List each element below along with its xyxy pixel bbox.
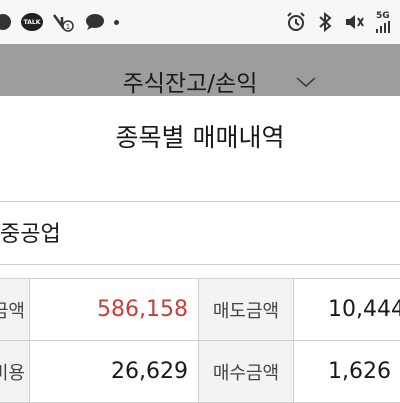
kakaotalk-label: TALK [21, 13, 43, 31]
call-icon [0, 13, 12, 31]
missed-call-icon: 1 [52, 12, 76, 32]
sell-amount-value: 10,444 [328, 297, 400, 322]
table-row: 금액 586,158 매도금액 10,444 [0, 279, 400, 341]
table-row: 비용 26,629 매수금액 1,626 [0, 341, 400, 403]
amount-label: 금액 [0, 279, 30, 340]
backdrop-title: 주식잔고/손익 [122, 71, 258, 97]
stock-name: 중공업 [0, 222, 61, 247]
cost-value: 26,629 [111, 359, 188, 384]
sell-amount-label: 매도금액 [198, 279, 294, 340]
network-label: 5G [376, 10, 390, 21]
dot-icon [114, 19, 119, 25]
alarm-icon [286, 12, 306, 32]
summary-table: 금액 586,158 매도금액 10,444 비용 26,629 매수금액 1,… [0, 278, 400, 403]
stock-select-field[interactable]: 중공업 [0, 201, 400, 265]
bluetooth-icon [318, 12, 332, 32]
chevron-down-icon[interactable] [295, 74, 317, 93]
kakaotalk-icon: TALK [21, 13, 43, 31]
status-right-icons: 5G [286, 10, 390, 34]
backdrop-header: 주식잔고/손익 [0, 44, 400, 97]
svg-text:1: 1 [66, 23, 70, 31]
trade-history-dialog: 종목별 매매내역 중공업 금액 586,158 매도금액 10,444 비용 2… [0, 96, 400, 403]
buy-amount-label: 매수금액 [198, 341, 294, 402]
status-left-icons: TALK 1 [0, 10, 119, 34]
status-bar: TALK 1 5G [0, 0, 400, 44]
cost-label: 비용 [0, 341, 30, 402]
dialog-title: 종목별 매매내역 [115, 123, 285, 152]
message-bubble-icon [85, 13, 105, 31]
mute-icon [344, 12, 364, 32]
buy-amount-value: 1,626 [328, 359, 391, 384]
amount-value: 586,158 [97, 297, 188, 322]
5g-signal-icon: 5G [376, 10, 390, 33]
